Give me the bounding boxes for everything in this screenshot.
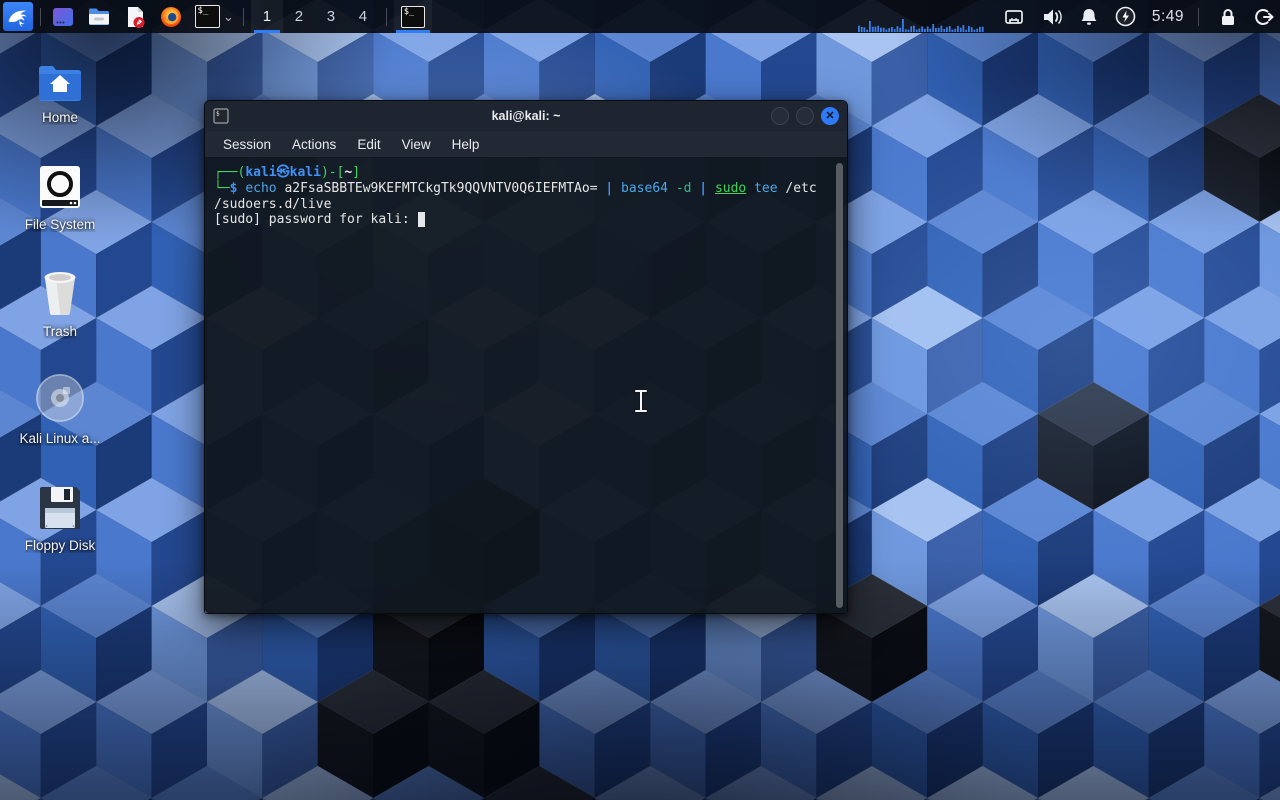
panel-separator [1198,8,1199,26]
launcher-firefox[interactable] [156,2,186,31]
terminal-text-segment: └─ [214,181,230,196]
terminal-text-segment: sudo [715,181,746,196]
terminal-window: $ kali@kali: ~ ✕ Session Actions Edit Vi… [204,100,848,614]
kali-dragon-icon [6,5,30,29]
desktop-icon-label: Home [42,110,78,125]
terminal-text-segment: tee [754,181,777,196]
terminal-text-segment [746,181,754,196]
workspace-3[interactable]: 3 [315,0,347,33]
terminal-text-segment: a2FsaSBBTEw9KEFMTCkgTk9QQVNTV0Q6IEFMTAo= [277,181,606,196]
terminal-text-segment: | [699,181,707,196]
workspace-1[interactable]: 1 [251,0,283,33]
menu-session[interactable]: Session [223,137,271,152]
desktop-icon-file-system[interactable]: File System [0,157,120,264]
notifications-icon[interactable] [1080,7,1098,27]
window-terminal-icon: $ [213,108,229,124]
session-buttons [1219,7,1274,27]
chevron-down-icon[interactable]: ⌄ [223,9,234,25]
firefox-icon [159,5,183,29]
desktop-icon-label: Kali Linux a... [19,431,100,446]
desktop-icon-trash[interactable]: Trash [0,264,120,371]
scrollbar-thumb[interactable] [836,163,843,608]
kali-menu-button[interactable] [3,2,33,31]
network-icon[interactable] [1004,8,1024,26]
panel-separator [40,8,41,26]
system-tray [1004,6,1136,27]
volume-icon[interactable] [1041,7,1063,27]
workspace-switcher: 1 2 3 4 [251,0,379,33]
window-menubar: Session Actions Edit View Help [205,131,847,158]
terminal-text-segment: /etc [778,181,817,196]
text-editor-icon [123,5,147,29]
svg-text:$: $ [216,111,220,118]
desktop-icon-home[interactable]: Home [0,50,120,157]
dashboard-icon [51,5,75,29]
folder-icon [87,5,111,29]
terminal-icon: $_ [401,6,425,28]
desktop-icon-label: Trash [43,324,77,339]
terminal-text-segment [613,181,621,196]
hard-drive-icon [39,157,81,209]
terminal-text-segment: ┌──( [214,165,245,180]
desktop-icon-kali-cd[interactable]: Kali Linux a... [0,371,120,478]
panel-separator [243,8,244,26]
logout-icon[interactable] [1253,7,1274,27]
power-icon[interactable] [1115,6,1136,27]
terminal-text-segment [707,181,715,196]
terminal-line: /sudoers.d/live [214,197,829,213]
terminal-text-segment: base64 [621,181,668,196]
window-buttons: ✕ [771,107,839,125]
desktop-icon-label: File System [25,217,96,232]
lock-icon[interactable] [1219,7,1237,27]
terminal-line: └─$ echo a2FsaSBBTEw9KEFMTCkgTk9QQVNTV0Q… [214,181,829,197]
terminal-text-segment: kali㉿kali [245,165,321,180]
minimize-button[interactable] [771,107,789,125]
terminal-text-segment [668,181,676,196]
menu-actions[interactable]: Actions [292,137,336,152]
terminal-text-segment: -d [676,181,692,196]
desktop-icon-floppy-disk[interactable]: Floppy Disk [0,478,120,585]
taskbar-terminal-window-button[interactable]: $_ [394,0,432,33]
floppy-disk-icon [39,478,81,530]
terminal-text-segment: | [605,181,613,196]
terminal-text-segment: [sudo] password for kali: [214,212,418,227]
terminal-text-segment: echo [245,181,276,196]
terminal-line: ┌──(kali㉿kali)-[~] [214,165,829,181]
terminal-content[interactable]: ┌──(kali㉿kali)-[~]└─$ echo a2FsaSBBTEw9K… [205,158,847,613]
menu-view[interactable]: View [402,137,431,152]
top-panel: $_ ⌄ 1 2 3 4 $_ [0,0,1280,33]
panel-separator [386,8,387,26]
workspace-4[interactable]: 4 [347,0,379,33]
menu-edit[interactable]: Edit [357,137,380,152]
terminal-block-cursor [418,212,426,227]
activity-graph [858,18,986,33]
workspace-2[interactable]: 2 [283,0,315,33]
desktop-icon-label: Floppy Disk [25,538,96,553]
launcher-terminal[interactable]: $_ [192,2,222,31]
terminal-lines: ┌──(kali㉿kali)-[~]└─$ echo a2FsaSBBTEw9K… [214,165,829,228]
terminal-text-segment: ] [352,165,360,180]
terminal-text-segment: /sudoers.d/live [214,197,331,212]
clock[interactable]: 5:49 [1152,8,1184,26]
trash-icon [40,264,80,316]
terminal-line: [sudo] password for kali: [214,212,829,228]
desktop-icon-column: Home File System Trash [0,50,120,585]
launcher-file-manager[interactable] [84,2,114,31]
home-folder-icon [37,50,83,102]
disc-icon [35,371,85,423]
terminal-text-segment: )-[ [321,165,344,180]
launcher-text-editor[interactable] [120,2,150,31]
window-title: kali@kali: ~ [205,109,847,123]
window-titlebar[interactable]: $ kali@kali: ~ ✕ [205,101,847,131]
menu-help[interactable]: Help [452,137,480,152]
close-button[interactable]: ✕ [821,107,839,125]
ibeam-cursor [632,387,650,415]
maximize-button[interactable] [796,107,814,125]
launcher-dashboard[interactable] [48,2,78,31]
terminal-icon: $_ [195,5,220,28]
